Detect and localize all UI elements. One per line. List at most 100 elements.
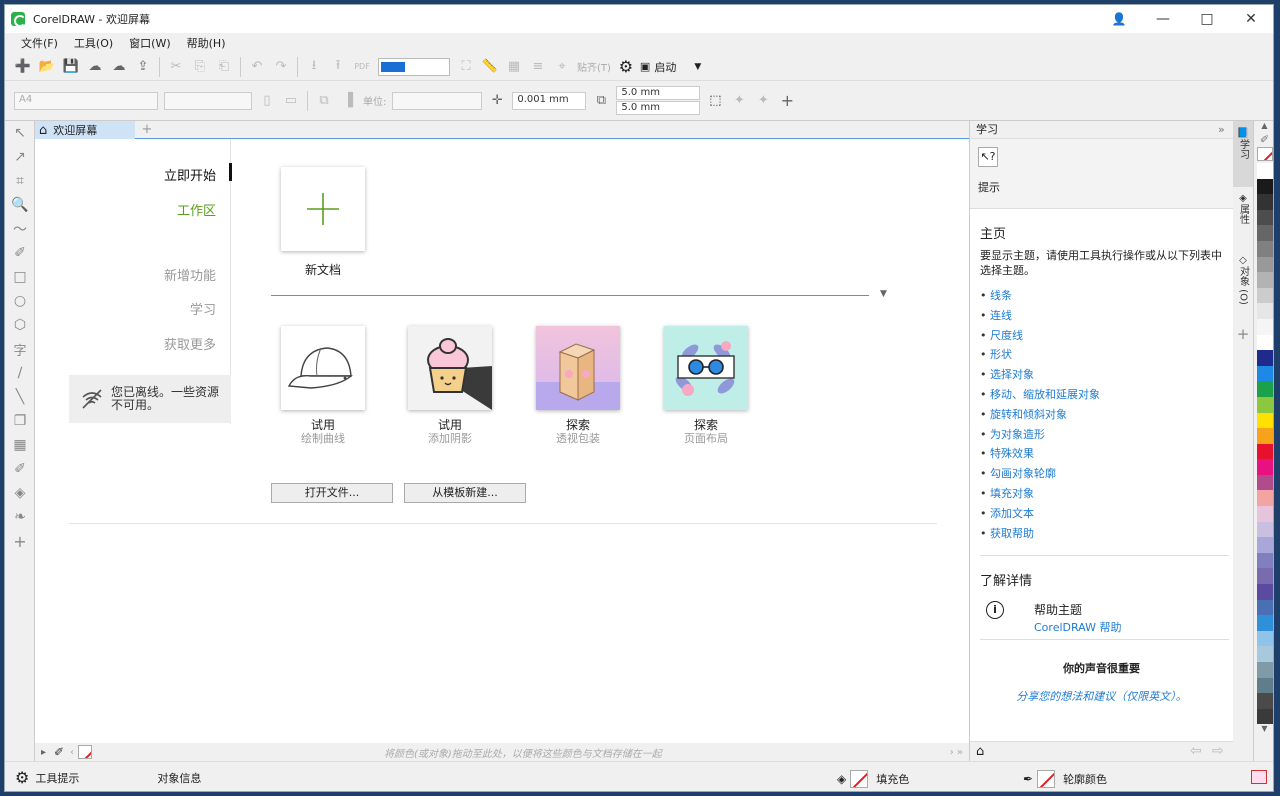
nav-whats-new[interactable]: 新增功能 [164, 265, 216, 284]
menu-help[interactable]: 帮助(H) [179, 35, 234, 51]
topic-link[interactable]: 获取帮助 [980, 524, 1233, 544]
grid-icon[interactable]: ▦ [503, 56, 525, 78]
color-swatch[interactable] [1257, 365, 1273, 382]
cloud-download-icon[interactable]: ☁ [84, 56, 106, 78]
topic-link[interactable]: 移动、缩放和延展对象 [980, 385, 1233, 405]
topic-link[interactable]: 连线 [980, 306, 1233, 326]
new-document-icon[interactable]: ➕ [12, 56, 34, 78]
snap-page-icon[interactable]: ✦ [752, 90, 774, 112]
card-perspective-packaging[interactable] [536, 326, 620, 410]
color-swatch[interactable] [1257, 599, 1273, 616]
no-color-swatch[interactable] [1257, 147, 1273, 161]
palette-eyedropper-icon[interactable]: ✐ [1254, 133, 1273, 147]
color-swatch[interactable] [1257, 459, 1273, 475]
fill-color-indicator[interactable]: ◈ 填充色 [837, 770, 909, 788]
topic-link[interactable]: 选择对象 [980, 365, 1233, 385]
outline-color-indicator[interactable]: ✒ 轮廓颜色 [1023, 770, 1107, 788]
color-swatch[interactable] [1257, 225, 1273, 241]
color-swatch[interactable] [1257, 194, 1273, 210]
polygon-tool-icon[interactable]: ⬡ [5, 313, 35, 337]
color-swatch[interactable] [1257, 552, 1273, 569]
ellipse-tool-icon[interactable]: ○ [5, 289, 35, 313]
nav-get-started[interactable]: 立即开始 [164, 165, 216, 184]
eyedropper-icon[interactable]: ✐ [5, 457, 35, 481]
nudge-distance-field[interactable]: 0.001 mm [512, 91, 587, 110]
import-icon[interactable]: ⭳ [303, 56, 325, 78]
export-icon[interactable]: ⭱ [327, 56, 349, 78]
save-icon[interactable]: 💾 [60, 56, 82, 78]
all-pages-icon[interactable]: ⧉ [313, 90, 335, 112]
color-swatch[interactable] [1257, 615, 1273, 631]
text-tool-icon[interactable]: 字 [5, 337, 35, 361]
topic-link[interactable]: 添加文本 [980, 504, 1233, 524]
color-swatch[interactable] [1257, 443, 1273, 460]
color-swatch[interactable] [1257, 568, 1273, 585]
undo-icon[interactable]: ↶ [246, 56, 268, 78]
color-swatch[interactable] [1257, 677, 1273, 694]
duplicate-y-field[interactable]: 5.0 mm [616, 101, 701, 115]
portrait-icon[interactable]: ▯ [256, 90, 278, 112]
color-swatch[interactable] [1257, 662, 1273, 678]
share-icon[interactable]: ⇪ [132, 56, 154, 78]
color-swatch[interactable] [1257, 693, 1273, 709]
scroll-left-icon[interactable]: ‹ [70, 747, 74, 758]
no-color-swatch[interactable] [78, 745, 93, 759]
new-document-card[interactable] [281, 167, 365, 251]
page-width-field[interactable] [164, 91, 252, 110]
palette-scroll-down-icon[interactable]: ▼ [1254, 724, 1273, 736]
guidelines-icon[interactable]: ≡ [527, 56, 549, 78]
color-swatch[interactable] [1257, 412, 1273, 429]
new-from-template-button[interactable]: 从模板新建... [404, 483, 526, 503]
color-swatch[interactable] [1257, 474, 1273, 491]
connector-tool-icon[interactable]: ╲ [5, 385, 35, 409]
add-icon[interactable]: + [776, 90, 798, 112]
feedback-link[interactable]: 分享您的想法和建议（仅限英文）。 [970, 688, 1233, 704]
parallel-dimension-icon[interactable]: ∕ [5, 361, 35, 385]
palette-expand-icon[interactable]: ▸ [41, 747, 46, 758]
paste-icon[interactable]: ⎗ [213, 56, 235, 78]
color-swatch[interactable] [1257, 303, 1273, 319]
color-swatch[interactable] [1257, 708, 1273, 725]
nav-get-more[interactable]: 获取更多 [164, 334, 216, 353]
page-size-select[interactable]: A4 [14, 91, 158, 110]
freehand-tool-icon[interactable]: 〜 [5, 217, 35, 241]
landscape-icon[interactable]: ▭ [280, 90, 302, 112]
color-swatch[interactable] [1257, 584, 1273, 600]
copy-icon[interactable]: ⎘ [189, 56, 211, 78]
menu-tools[interactable]: 工具(O) [66, 35, 121, 51]
open-file-button[interactable]: 打开文件... [271, 483, 393, 503]
smart-fill-icon[interactable]: ❧ [5, 505, 35, 529]
color-swatch[interactable] [1257, 178, 1273, 195]
color-management-icon[interactable] [1251, 770, 1267, 784]
pick-tool-icon[interactable]: ↖ [5, 121, 35, 145]
docker-collapse-icon[interactable]: » [1218, 121, 1225, 139]
nav-workspace[interactable]: 工作区 [177, 200, 216, 219]
open-folder-icon[interactable]: 📂 [36, 56, 58, 78]
color-swatch[interactable] [1257, 506, 1273, 522]
topic-link[interactable]: 勾画对象轮廓 [980, 464, 1233, 484]
publish-pdf-icon[interactable]: PDF [351, 56, 373, 78]
color-swatch[interactable] [1257, 209, 1273, 226]
shape-tool-icon[interactable]: ↗ [5, 145, 35, 169]
new-tab-button[interactable]: + [139, 122, 155, 138]
topic-link[interactable]: 线条 [980, 286, 1233, 306]
launch-dropdown[interactable]: ▣ 启动 ▼ [640, 59, 701, 75]
cloud-upload-icon[interactable]: ☁ [108, 56, 130, 78]
back-arrow-icon[interactable]: ⇦ [1190, 743, 1202, 759]
topic-link[interactable]: 尺度线 [980, 326, 1233, 346]
menu-window[interactable]: 窗口(W) [121, 35, 178, 51]
color-swatch[interactable] [1257, 428, 1273, 444]
color-swatch[interactable] [1257, 256, 1273, 273]
palette-scroll-up-icon[interactable]: ▲ [1254, 121, 1273, 133]
add-docker-icon[interactable]: + [1233, 325, 1253, 343]
topic-link[interactable]: 特殊效果 [980, 444, 1233, 464]
color-swatch[interactable] [1257, 630, 1273, 647]
topic-link[interactable]: 旋转和倾斜对象 [980, 405, 1233, 425]
color-swatch[interactable] [1257, 318, 1273, 335]
card-add-shadow[interactable] [408, 326, 492, 410]
color-swatch[interactable] [1257, 240, 1273, 257]
cut-icon[interactable]: ✂ [165, 56, 187, 78]
zoom-tool-icon[interactable]: 🔍 [5, 193, 35, 217]
options-gear-icon[interactable]: ⚙ [615, 56, 637, 78]
scroll-right-icon[interactable]: › » [950, 747, 963, 758]
